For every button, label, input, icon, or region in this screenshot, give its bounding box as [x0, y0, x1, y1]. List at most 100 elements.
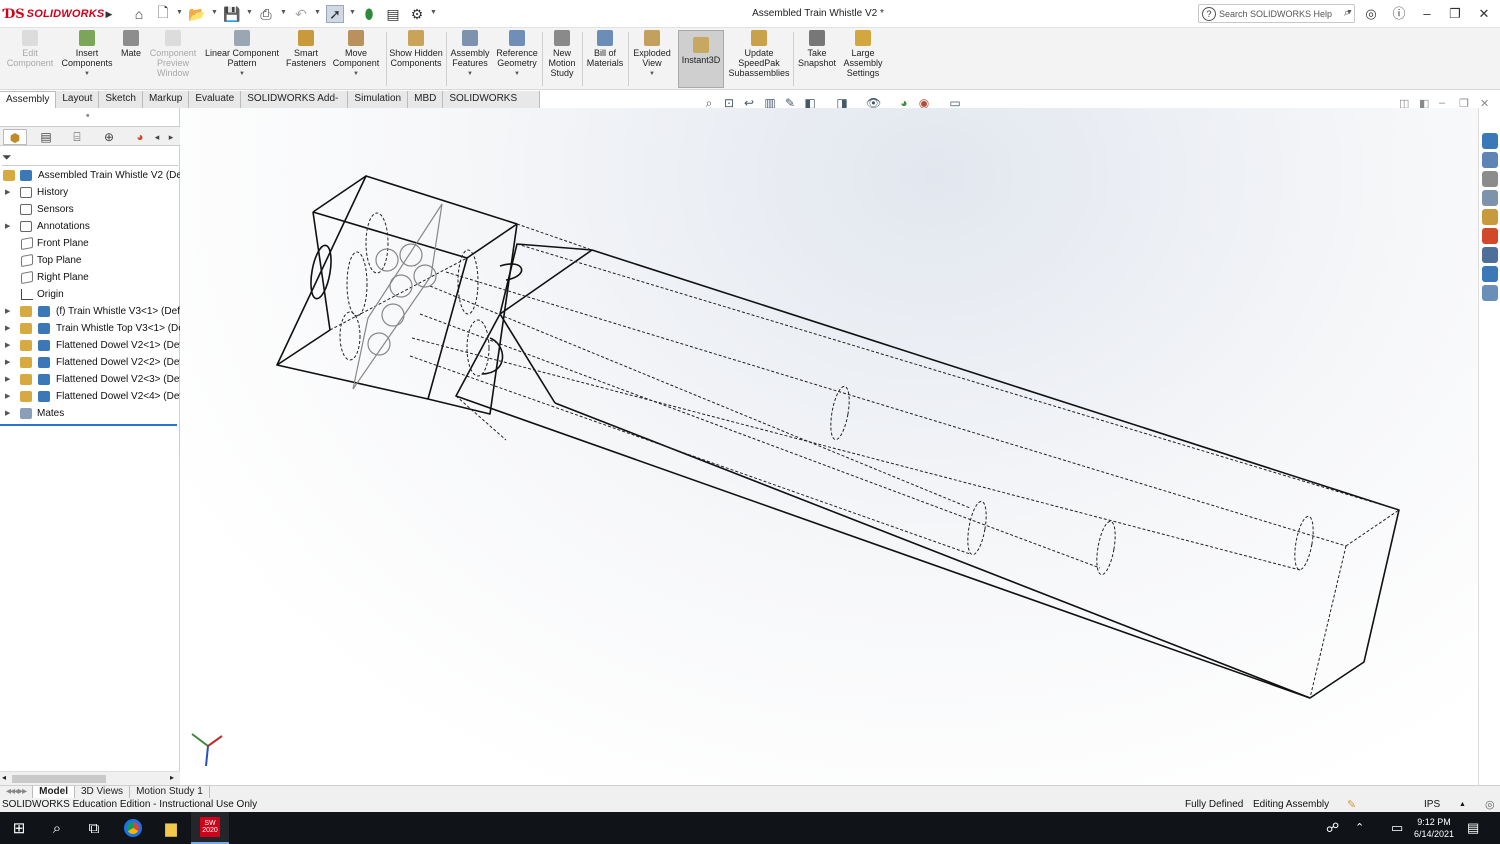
help-icon[interactable]: ⓘ — [1391, 6, 1407, 22]
select-dropdown-icon[interactable]: ▼ — [349, 9, 356, 16]
print-dropdown-icon[interactable]: ▼ — [280, 9, 287, 16]
taskbar-search-icon[interactable]: ⌕ — [38, 812, 76, 844]
tab-model[interactable]: Model — [33, 786, 75, 798]
dimxpert-tab-icon[interactable]: ⊕ — [97, 129, 121, 145]
expand-arrow-icon[interactable]: ▶ — [5, 337, 10, 354]
tabs-scroll-right-icon[interactable]: ▸ — [166, 129, 176, 145]
solidworks-resources-icon[interactable] — [1482, 133, 1498, 149]
expand-arrow-icon[interactable]: ▶ — [5, 388, 10, 405]
exploded-view-dropdown-icon[interactable]: ▼ — [649, 69, 655, 79]
tab-sketch[interactable]: Sketch — [99, 91, 143, 108]
home-pane-icon[interactable] — [1482, 152, 1498, 168]
new-document-icon[interactable]: 🗋 — [154, 4, 172, 23]
assembly-features-dropdown-icon[interactable]: ▼ — [467, 69, 473, 79]
solidworks-logo[interactable]: ƊS SOLIDWORKS — [4, 6, 104, 22]
filter-funnel-icon[interactable]: ⏷ — [2, 150, 12, 164]
insert-components-button[interactable]: Insert Components ▼ — [60, 30, 114, 88]
options-gear-icon[interactable]: ⚙ — [408, 5, 426, 23]
new-dropdown-icon[interactable]: ▼ — [176, 9, 183, 16]
network-icon[interactable]: ▭ — [1391, 820, 1403, 836]
options-dropdown-icon[interactable]: ▼ — [430, 9, 437, 16]
notifications-icon[interactable]: ◎ — [1485, 798, 1495, 812]
clock[interactable]: 9:12 PM 6/14/2021 — [1412, 816, 1456, 840]
windows-start-icon[interactable]: ⊞ — [0, 812, 38, 844]
tab-3d-views[interactable]: 3D Views — [75, 786, 131, 798]
show-hidden-components-button[interactable]: Show Hidden Components — [388, 30, 444, 88]
new-motion-study-button[interactable]: New Motion Study — [544, 30, 580, 88]
expand-arrow-icon[interactable]: ▶ — [5, 354, 10, 371]
expand-arrow-icon[interactable]: ▶ — [5, 371, 10, 388]
panel-splitter-handle[interactable]: ⦁ — [86, 112, 90, 120]
menu-expand-icon[interactable]: ▶ — [100, 5, 118, 23]
save-dropdown-icon[interactable]: ▼ — [246, 9, 253, 16]
scroll-thumb[interactable] — [12, 775, 106, 783]
tree-item-front-plane[interactable]: Front Plane — [0, 235, 180, 252]
tree-rollback-bar[interactable] — [0, 424, 177, 426]
tab-evaluate[interactable]: Evaluate — [189, 91, 242, 108]
tree-item-sensors[interactable]: Sensors — [0, 201, 180, 218]
tree-item-annotations[interactable]: ▶ Annotations — [0, 218, 180, 235]
custom-properties-icon[interactable] — [1482, 247, 1498, 263]
display-manager-tab-icon[interactable]: ◕ — [128, 129, 152, 145]
tab-simulation[interactable]: Simulation — [348, 91, 409, 108]
design-library-icon[interactable] — [1482, 171, 1498, 187]
assembly-features-button[interactable]: Assembly Features ▼ — [448, 30, 492, 88]
tree-item-history[interactable]: ▶ History — [0, 184, 180, 201]
update-speedpak-button[interactable]: Update SpeedPak Subassemblies — [728, 30, 790, 88]
tabs-scroll-left-icon[interactable]: ◂ — [152, 129, 162, 145]
scroll-left-icon[interactable]: ◂ — [2, 773, 6, 782]
people-icon[interactable]: ☍ — [1326, 820, 1339, 836]
chrome-icon[interactable] — [114, 812, 152, 844]
close-icon[interactable]: ✕ — [1476, 6, 1492, 22]
tab-motion-study[interactable]: Motion Study 1 — [130, 786, 210, 798]
help-search-box[interactable]: ? Search SOLIDWORKS Help ⌕ — [1198, 4, 1355, 23]
restore-icon[interactable]: ❐ — [1447, 6, 1463, 22]
undo-icon[interactable]: ↶ — [292, 5, 310, 23]
tree-item-mates[interactable]: ▶ Mates — [0, 405, 180, 422]
tree-item-component[interactable]: ▶ Train Whistle Top V3<1> (Def — [0, 320, 180, 337]
tree-root-assembly[interactable]: Assembled Train Whistle V2 (Defa — [0, 167, 180, 184]
feature-tree-tab-icon[interactable]: ⬢ — [3, 129, 27, 145]
open-folder-icon[interactable]: 📂 — [188, 5, 206, 23]
chat-icon[interactable] — [1482, 285, 1498, 301]
smart-fasteners-button[interactable]: Smart Fasteners — [284, 30, 328, 88]
expand-arrow-icon[interactable]: ▶ — [5, 405, 10, 422]
tree-item-component[interactable]: ▶ Flattened Dowel V2<1> (Defa — [0, 337, 180, 354]
scroll-right-icon[interactable]: ▸ — [170, 773, 174, 782]
linear-pattern-dropdown-icon[interactable]: ▼ — [239, 69, 245, 79]
expand-arrow-icon[interactable]: ▶ — [5, 218, 10, 235]
tree-item-component[interactable]: ▶ Flattened Dowel V2<4> (Defa — [0, 388, 180, 405]
graphics-viewport[interactable] — [180, 108, 1478, 785]
home-icon[interactable]: ⌂ — [130, 5, 148, 23]
minimize-icon[interactable]: – — [1419, 6, 1435, 22]
reference-geometry-button[interactable]: Reference Geometry ▼ — [494, 30, 540, 88]
tab-addins[interactable]: SOLIDWORKS Add-Ins — [241, 91, 349, 120]
tree-item-right-plane[interactable]: Right Plane — [0, 269, 180, 286]
rebuild-icon[interactable]: ⬮ — [360, 5, 378, 23]
action-center-icon[interactable]: ▤ — [1467, 820, 1479, 836]
user-account-icon[interactable]: ◎ — [1363, 6, 1379, 22]
show-hidden-icons-icon[interactable]: ⌃ — [1355, 821, 1364, 834]
tab-layout[interactable]: Layout — [56, 91, 100, 108]
save-icon[interactable]: 💾 — [223, 5, 241, 23]
component-preview-window-button[interactable]: Component Preview Window — [148, 30, 198, 88]
file-properties-icon[interactable]: ▤ — [384, 5, 402, 23]
view-palette-icon[interactable] — [1482, 209, 1498, 225]
large-assembly-settings-button[interactable]: Large Assembly Settings — [840, 30, 886, 88]
tree-item-component[interactable]: ▶ Flattened Dowel V2<2> (Defa — [0, 354, 180, 371]
tab-assembly[interactable]: Assembly — [0, 91, 57, 108]
solidworks-taskbar-icon[interactable]: SW 2020 — [191, 812, 229, 844]
instant3d-button[interactable]: Instant3D — [678, 30, 724, 88]
undo-dropdown-icon[interactable]: ▼ — [314, 9, 321, 16]
expand-arrow-icon[interactable]: ▶ — [5, 303, 10, 320]
open-dropdown-icon[interactable]: ▼ — [211, 9, 218, 16]
rebuild-status-icon[interactable]: ✎ — [1347, 798, 1356, 812]
tab-cam[interactable]: SOLIDWORKS CAM — [443, 91, 540, 120]
take-snapshot-button[interactable]: Take Snapshot — [796, 30, 838, 88]
move-component-dropdown-icon[interactable]: ▼ — [353, 69, 359, 79]
insert-components-dropdown-icon[interactable]: ▼ — [84, 69, 90, 79]
solidworks-forum-icon[interactable] — [1482, 266, 1498, 282]
appearances-icon[interactable] — [1482, 228, 1498, 244]
linear-component-pattern-button[interactable]: Linear Component Pattern ▼ — [202, 30, 282, 88]
exploded-view-button[interactable]: Exploded View ▼ — [630, 30, 674, 88]
